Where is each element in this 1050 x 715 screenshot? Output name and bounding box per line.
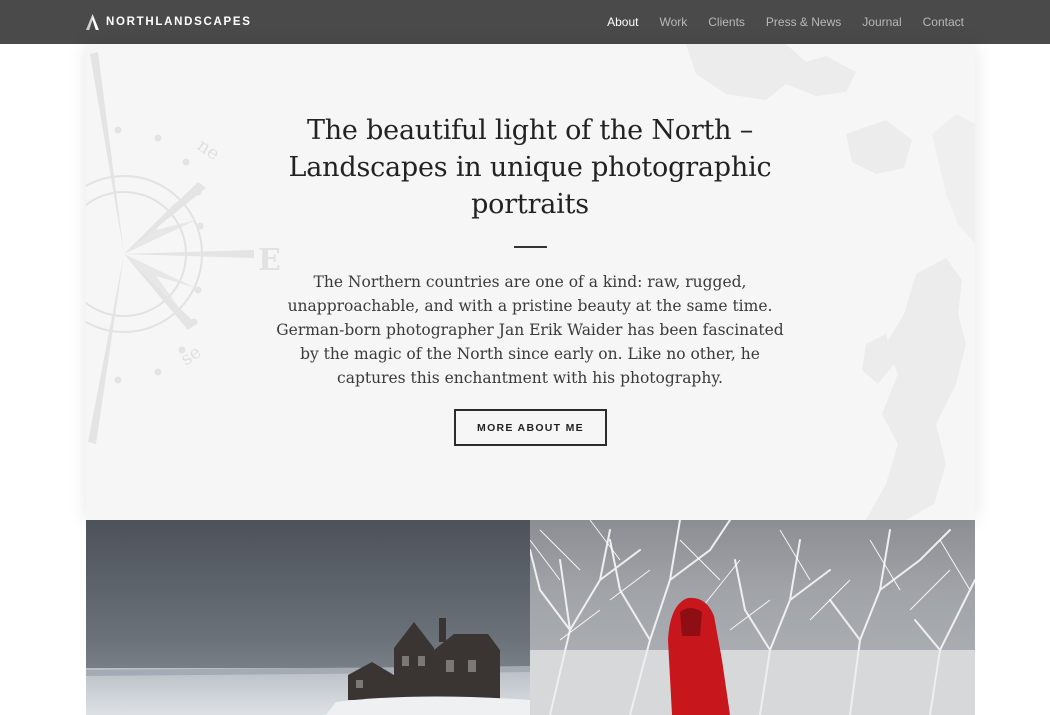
- nav-item-clients[interactable]: Clients: [708, 15, 745, 29]
- more-about-me-button[interactable]: MORE ABOUT ME: [454, 409, 607, 446]
- hero-description: The Northern countries are one of a kind…: [276, 273, 784, 387]
- brand-name: NORTHLANDSCAPES: [106, 16, 252, 28]
- top-navigation-bar: NORTHLANDSCAPES About Work Clients Press…: [0, 0, 1050, 44]
- title-divider: [514, 246, 547, 248]
- photo-abandoned-farmhouse[interactable]: [86, 520, 530, 715]
- nav-item-contact[interactable]: Contact: [923, 15, 964, 29]
- main-nav: About Work Clients Press & News Journal …: [586, 0, 964, 44]
- nav-item-about[interactable]: About: [607, 15, 638, 29]
- farmhouse-image: [86, 520, 530, 715]
- hero-title: The beautiful light of the North – Lands…: [288, 115, 772, 220]
- photo-red-jacket-forest[interactable]: [530, 520, 975, 715]
- nav-item-work[interactable]: Work: [659, 15, 687, 29]
- hero-content: The beautiful light of the North – Lands…: [86, 44, 975, 520]
- red-jacket-image: [530, 520, 975, 715]
- nav-item-journal[interactable]: Journal: [862, 15, 901, 29]
- mountain-peak-icon: [86, 14, 99, 30]
- nav-item-press-news[interactable]: Press & News: [766, 15, 841, 29]
- brand-logo-link[interactable]: NORTHLANDSCAPES: [86, 0, 252, 44]
- hero-section: ne E se The beautiful light of the North…: [86, 44, 975, 520]
